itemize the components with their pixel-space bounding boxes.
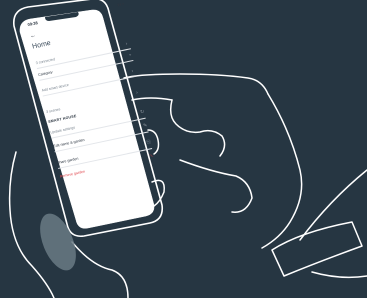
chevron-right-icon: › bbox=[130, 68, 134, 75]
edit-icon: ✎ bbox=[142, 122, 148, 130]
illustration-stage: 09:38 ▮▮ ■ ← Home 3 connected › Category… bbox=[0, 0, 367, 298]
divider bbox=[39, 59, 134, 81]
trash-icon: ␡ bbox=[149, 152, 155, 160]
right-hand-knuckles bbox=[169, 99, 226, 157]
sleeve-cuff bbox=[271, 221, 363, 277]
share-icon: ⎘ bbox=[146, 139, 152, 146]
page-title: Home bbox=[31, 39, 52, 51]
left-hand-palm-outline bbox=[71, 241, 129, 298]
status-time: 09:38 bbox=[27, 20, 39, 28]
section-heading: SMART HOUSE bbox=[47, 114, 77, 124]
row-category[interactable]: Category bbox=[38, 70, 53, 77]
status-icons: ▮▮ ■ bbox=[117, 1, 125, 7]
remove-garden-button[interactable]: Remove garden bbox=[60, 169, 86, 178]
back-arrow-icon[interactable]: ← bbox=[30, 33, 37, 40]
chevron-right-icon: › bbox=[125, 40, 129, 48]
chevron-down-icon: ⌄ bbox=[127, 51, 133, 58]
row-scenes[interactable]: 3 scenes bbox=[46, 107, 61, 114]
right-hand-lower-fingers bbox=[179, 159, 253, 213]
right-hand-back bbox=[261, 93, 303, 249]
chevron-right-icon: › bbox=[135, 89, 139, 97]
sleeve-arm bbox=[299, 169, 367, 279]
refresh-icon: ↻ bbox=[139, 108, 146, 116]
